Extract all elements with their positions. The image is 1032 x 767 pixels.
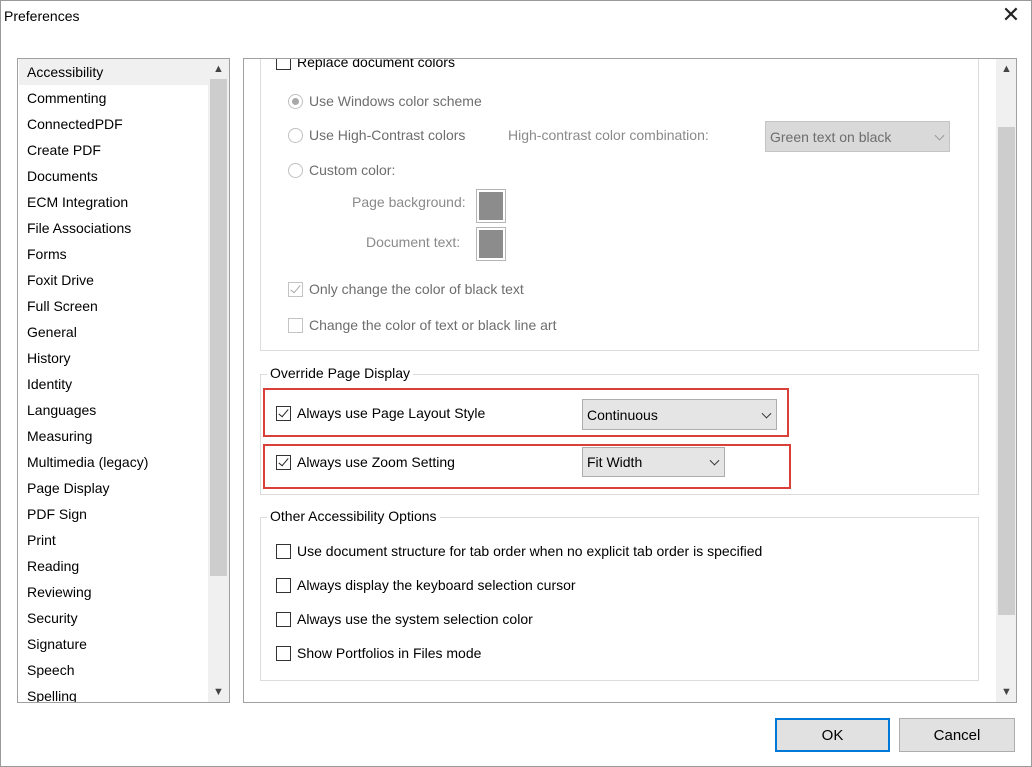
chevron-down-icon (709, 455, 720, 466)
layout-style-label: Always use Page Layout Style (297, 405, 486, 421)
high-contrast-radio-dot[interactable] (288, 127, 303, 143)
category-item[interactable]: Multimedia (legacy) (19, 449, 208, 475)
high-contrast-combo-value: Green text on black (770, 128, 892, 145)
category-item[interactable]: Print (19, 527, 208, 553)
high-contrast-radio[interactable]: Use High-Contrast colors (288, 127, 465, 143)
other-option-box[interactable] (276, 611, 291, 627)
replace-colors-label: Replace document colors (297, 58, 455, 70)
line-art-checkbox[interactable]: Change the color of text or black line a… (288, 317, 556, 333)
cancel-button[interactable]: Cancel (899, 718, 1015, 752)
document-text-swatch[interactable] (476, 227, 506, 261)
ok-button[interactable]: OK (775, 718, 890, 752)
category-item[interactable]: Measuring (19, 423, 208, 449)
windows-scheme-label: Use Windows color scheme (309, 93, 482, 109)
category-item[interactable]: Security (19, 605, 208, 631)
other-option-checkbox[interactable]: Use document structure for tab order whe… (276, 543, 762, 559)
page-background-label: Page background: (352, 194, 466, 210)
other-option-checkbox[interactable]: Always display the keyboard selection cu… (276, 577, 576, 593)
layout-style-checkbox[interactable]: Always use Page Layout Style (276, 405, 485, 421)
dialog-title: Preferences (4, 8, 80, 24)
scroll-thumb[interactable] (998, 127, 1015, 615)
other-option-box[interactable] (276, 645, 291, 661)
category-item[interactable]: Documents (19, 163, 208, 189)
category-item[interactable]: Accessibility (19, 59, 208, 85)
chevron-down-icon (761, 408, 772, 419)
layout-style-value: Continuous (587, 406, 658, 423)
only-black-label: Only change the color of black text (309, 281, 524, 297)
zoom-setting-value: Fit Width (587, 454, 643, 470)
page-background-swatch[interactable] (476, 189, 506, 223)
category-item[interactable]: ECM Integration (19, 189, 208, 215)
zoom-setting-checkbox[interactable]: Always use Zoom Setting (276, 454, 455, 470)
high-contrast-combo-label: High-contrast color combination: (508, 127, 709, 143)
layout-style-box[interactable] (276, 405, 291, 421)
scroll-down-icon[interactable]: ▼ (996, 682, 1016, 702)
scroll-up-icon[interactable]: ▲ (996, 59, 1016, 79)
category-item[interactable]: Signature (19, 631, 208, 657)
high-contrast-label: Use High-Contrast colors (309, 127, 466, 143)
override-legend: Override Page Display (267, 365, 414, 381)
category-item[interactable]: Create PDF (19, 137, 208, 163)
category-item[interactable]: Commenting (19, 85, 208, 111)
other-option-label: Show Portfolios in Files mode (297, 645, 482, 661)
zoom-setting-label: Always use Zoom Setting (297, 454, 455, 470)
high-contrast-combo[interactable]: Green text on black (765, 121, 950, 152)
windows-scheme-radio[interactable]: Use Windows color scheme (288, 93, 482, 109)
other-option-label: Use document structure for tab order whe… (297, 543, 763, 559)
other-option-label: Always display the keyboard selection cu… (297, 577, 576, 593)
category-item[interactable]: Languages (19, 397, 208, 423)
custom-color-label: Custom color: (309, 162, 396, 178)
only-black-checkbox[interactable]: Only change the color of black text (288, 281, 524, 297)
chevron-down-icon (934, 130, 945, 141)
line-art-box[interactable] (288, 317, 303, 333)
other-option-label: Always use the system selection color (297, 611, 533, 627)
zoom-setting-box[interactable] (276, 454, 291, 470)
other-option-box[interactable] (276, 577, 291, 593)
settings-panel: Replace document colors Use Windows colo… (243, 58, 1017, 703)
scroll-down-icon[interactable]: ▼ (208, 682, 229, 702)
scroll-up-icon[interactable]: ▲ (208, 59, 229, 79)
category-item[interactable]: Foxit Drive (19, 267, 208, 293)
line-art-label: Change the color of text or black line a… (309, 317, 557, 333)
category-item[interactable]: Forms (19, 241, 208, 267)
category-item[interactable]: History (19, 345, 208, 371)
custom-color-radio-dot[interactable] (288, 162, 303, 178)
zoom-setting-select[interactable]: Fit Width (582, 447, 725, 477)
category-item[interactable]: PDF Sign (19, 501, 208, 527)
category-scrollbar[interactable]: ▲ ▼ (208, 59, 229, 702)
category-item[interactable]: Spelling (19, 683, 208, 702)
only-black-box[interactable] (288, 281, 303, 297)
panel-scrollbar[interactable]: ▲ ▼ (996, 59, 1016, 702)
category-item[interactable]: Page Display (19, 475, 208, 501)
category-item[interactable]: General (19, 319, 208, 345)
replace-colors-box[interactable] (276, 59, 291, 70)
category-item[interactable]: ConnectedPDF (19, 111, 208, 137)
category-item[interactable]: Reading (19, 553, 208, 579)
other-option-checkbox[interactable]: Always use the system selection color (276, 611, 533, 627)
other-option-checkbox[interactable]: Show Portfolios in Files mode (276, 645, 481, 661)
other-legend: Other Accessibility Options (267, 508, 440, 524)
category-item[interactable]: Reviewing (19, 579, 208, 605)
other-option-box[interactable] (276, 543, 291, 559)
category-item[interactable]: Identity (19, 371, 208, 397)
custom-color-radio[interactable]: Custom color: (288, 162, 395, 178)
preferences-dialog: Preferences ✕ Accessibility Commenting Con… (0, 0, 1032, 767)
document-text-label: Document text: (366, 234, 461, 250)
category-item[interactable]: Speech (19, 657, 208, 683)
close-icon[interactable]: ✕ (999, 4, 1023, 27)
category-item[interactable]: File Associations (19, 215, 208, 241)
windows-scheme-radio-dot[interactable] (288, 93, 303, 109)
layout-style-select[interactable]: Continuous (582, 399, 777, 430)
replace-colors-checkbox[interactable]: Replace document colors (276, 58, 455, 70)
category-list: Accessibility Commenting ConnectedPDF Creat… (17, 58, 230, 703)
scroll-thumb[interactable] (210, 79, 227, 576)
category-item[interactable]: Full Screen (19, 293, 208, 319)
